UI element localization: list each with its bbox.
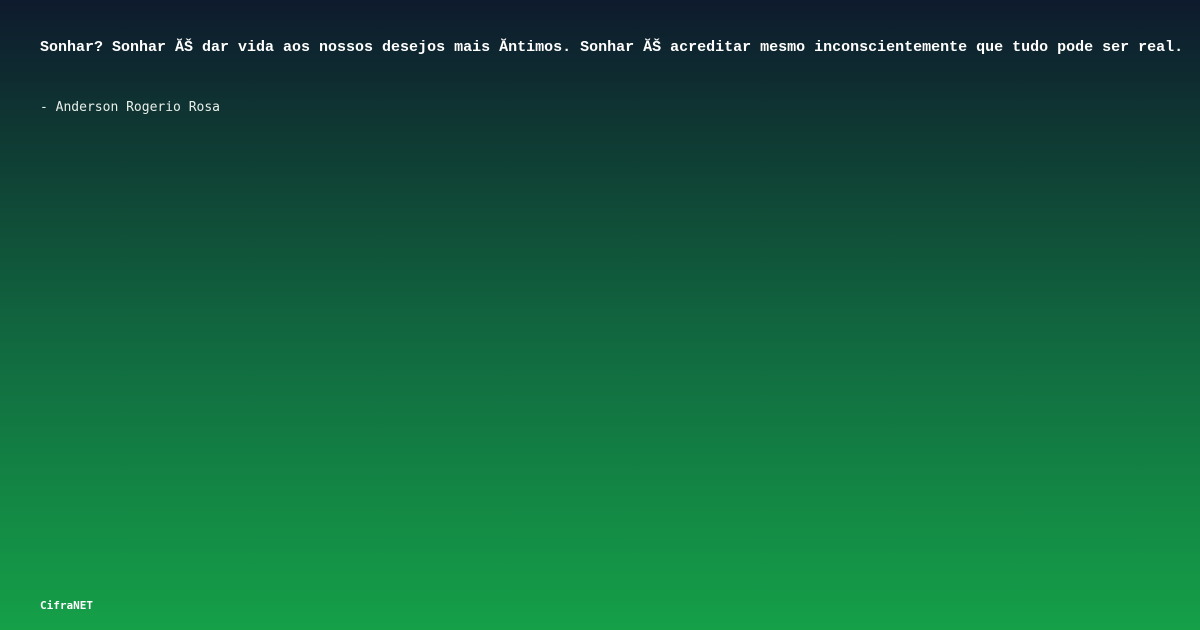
quote-author: - Anderson Rogerio Rosa [40,100,221,115]
brand-logo-text: CifraNET [40,599,93,612]
quote-card: Sonhar? Sonhar ĂŠ dar vida aos nossos de… [0,0,1200,630]
quote-text: Sonhar? Sonhar ĂŠ dar vida aos nossos de… [40,39,1184,56]
